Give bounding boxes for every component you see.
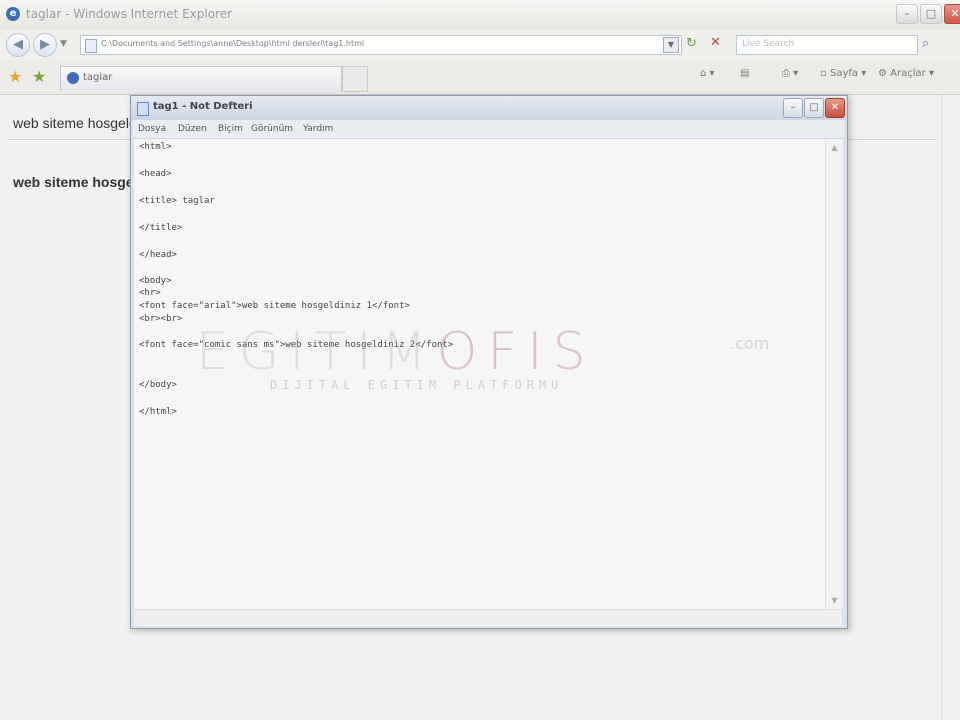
watermark-brand-b: OFIS — [436, 322, 596, 382]
code-line: <html> — [139, 142, 172, 152]
notepad-menu-bar: Dosya Düzen Biçim Görünüm Yardım — [133, 120, 845, 139]
notepad-minimize-button[interactable]: – — [783, 98, 803, 118]
stop-icon[interactable]: ✕ — [710, 35, 721, 50]
favorites-star-icon[interactable]: ★ — [8, 67, 22, 86]
notepad-horizontal-scrollbar[interactable] — [134, 609, 842, 626]
maximize-button[interactable]: □ — [920, 4, 942, 24]
menu-edit[interactable]: Düzen — [178, 124, 207, 134]
watermark-logo: EGITIMOFIS — [196, 322, 596, 382]
back-button[interactable]: ◀ — [6, 33, 30, 57]
browser-title-bar: e taglar - Windows Internet Explorer – □… — [0, 0, 960, 31]
notepad-vertical-scrollbar[interactable]: ▲ ▼ — [825, 139, 843, 609]
home-icon[interactable]: ⌂ ▾ — [700, 68, 715, 79]
browser-window-controls: – □ ✕ — [896, 4, 960, 24]
notepad-icon — [137, 102, 149, 116]
watermark-brand-a: EGITIM — [196, 322, 437, 382]
feeds-icon[interactable]: ▤ — [740, 68, 749, 79]
page-menu-label: Sayfa — [829, 68, 859, 79]
tab-label: taglar — [83, 72, 113, 83]
page-scrollbar[interactable] — [941, 95, 958, 720]
notepad-window-controls: – □ ✕ — [783, 98, 845, 118]
menu-format[interactable]: Biçim — [218, 124, 243, 134]
code-line: <body> — [139, 276, 172, 286]
recent-pages-dropdown[interactable]: ▼ — [60, 39, 67, 49]
browser-window-title: taglar - Windows Internet Explorer — [26, 7, 233, 21]
tab-toolbar-row: ★ ★ taglar ⌂ ▾ ▤ ⎙ ▾ ▫ Sayfa ▾ ⚙ Araçlar… — [0, 60, 960, 95]
notepad-maximize-button[interactable]: □ — [804, 98, 824, 118]
code-line: <title> taglar — [139, 196, 215, 206]
notepad-title: tag1 - Not Defteri — [153, 101, 253, 112]
page-icon — [85, 39, 97, 53]
code-line: <br><br> — [139, 314, 183, 324]
watermark-tagline: DIJITAL EGITIM PLATFORMU — [270, 378, 564, 392]
tools-menu[interactable]: ⚙ Araçlar ▾ — [878, 68, 934, 79]
address-input[interactable]: C:\Documents and Settings\anne\Desktop\h… — [80, 35, 682, 55]
ie-page-icon — [67, 72, 79, 84]
code-line: <font face="arial">web siteme hosgeldini… — [139, 301, 410, 311]
notepad-title-bar[interactable]: tag1 - Not Defteri – □ ✕ — [131, 96, 847, 120]
watermark-domain: .com — [730, 334, 770, 353]
menu-help[interactable]: Yardım — [303, 124, 333, 134]
code-line: </html> — [139, 407, 177, 417]
code-line: </title> — [139, 223, 183, 233]
internet-explorer-icon: e — [6, 7, 20, 21]
code-line: <hr> — [139, 288, 161, 298]
address-dropdown-button[interactable]: ▼ — [663, 37, 679, 53]
address-text: C:\Documents and Settings\anne\Desktop\h… — [101, 39, 365, 48]
scroll-up-icon[interactable]: ▲ — [828, 141, 841, 154]
address-bar-row: ◀ ▶ ▼ C:\Documents and Settings\anne\Des… — [0, 30, 960, 60]
tools-menu-label: Araçlar — [890, 68, 926, 79]
forward-button[interactable]: ▶ — [33, 33, 57, 57]
menu-view[interactable]: Görünüm — [251, 124, 293, 134]
page-menu[interactable]: ▫ Sayfa ▾ — [820, 68, 866, 79]
code-line: </body> — [139, 380, 177, 390]
search-placeholder: Live Search — [742, 39, 795, 49]
close-button[interactable]: ✕ — [944, 4, 960, 24]
scroll-down-icon[interactable]: ▼ — [828, 594, 841, 607]
tab-taglar[interactable]: taglar — [60, 66, 342, 91]
code-line: </head> — [139, 250, 177, 260]
code-line: <head> — [139, 169, 172, 179]
notepad-close-button[interactable]: ✕ — [825, 98, 845, 118]
add-favorites-icon[interactable]: ★ — [32, 67, 46, 86]
menu-file[interactable]: Dosya — [138, 124, 166, 134]
print-icon[interactable]: ⎙ ▾ — [782, 68, 798, 79]
new-tab-button[interactable] — [342, 66, 368, 92]
minimize-button[interactable]: – — [896, 4, 918, 24]
refresh-icon[interactable]: ↻ — [686, 36, 697, 51]
search-input[interactable]: Live Search — [736, 35, 918, 55]
search-icon[interactable]: ⌕ — [922, 36, 929, 51]
